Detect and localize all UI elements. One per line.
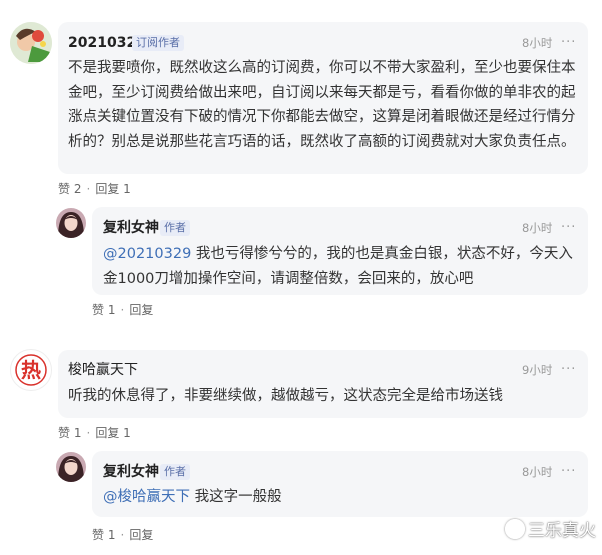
reply-label: 回复: [95, 426, 120, 440]
more-options-icon[interactable]: ···: [561, 362, 576, 378]
avatar-image: [56, 208, 86, 238]
reply-text: @梭哈赢天下 我这字一般般: [103, 485, 581, 510]
reply-count: 1: [123, 426, 131, 440]
reply-time: 8小时: [522, 465, 553, 479]
reply-username[interactable]: 复利女神: [103, 219, 159, 237]
more-options-icon[interactable]: ···: [561, 464, 576, 480]
more-options-icon[interactable]: ···: [561, 220, 576, 236]
separator-dot: ·: [120, 528, 125, 542]
like-label: 赞: [92, 528, 105, 542]
separator-dot: ·: [120, 303, 125, 317]
like-label: 赞: [58, 182, 71, 196]
reply-button[interactable]: 回复: [129, 302, 153, 318]
author-badge: 作者: [160, 464, 190, 480]
more-options-icon[interactable]: ···: [561, 35, 576, 51]
hot-avatar[interactable]: 热: [10, 349, 52, 391]
comment-text: 听我的休息得了，非要继续做，越做越亏，这状态完全是给市场送钱: [68, 388, 503, 404]
reply-text: @20210329 我也亏得惨兮兮的，我的也是真金白银，状态不好，今天入金100…: [103, 242, 581, 291]
author-avatar[interactable]: [56, 452, 86, 482]
reply-body: 我这字一般般: [190, 489, 282, 505]
comment-username[interactable]: 梭哈赢天下: [68, 361, 138, 379]
separator-dot: ·: [86, 182, 91, 196]
reply-actions: 赞 1 · 回复: [92, 527, 153, 543]
like-button[interactable]: 赞 1: [92, 302, 115, 318]
like-label: 赞: [58, 426, 71, 440]
mention-link[interactable]: @20210329: [103, 246, 191, 262]
reply-username[interactable]: 复利女神: [103, 463, 159, 481]
avatar-image: [10, 22, 52, 64]
like-count: 1: [107, 528, 116, 542]
author-avatar[interactable]: [56, 208, 86, 238]
reply-count: 1: [123, 182, 131, 196]
reply-label: 回复: [95, 182, 120, 196]
like-count: 1: [73, 426, 82, 440]
hot-badge-icon: 热: [15, 354, 47, 386]
watermark: 三乐真火: [505, 516, 596, 541]
like-button[interactable]: 赞 2: [58, 181, 81, 197]
watermark-logo-icon: [505, 519, 525, 539]
avatar-glyph: 热: [21, 358, 41, 382]
comment-actions: 赞 2 · 回复 1: [58, 181, 131, 197]
mention-link[interactable]: @梭哈赢天下: [103, 489, 190, 505]
like-count: 2: [73, 182, 82, 196]
avatar-image: [56, 452, 86, 482]
comment-time: 9小时: [522, 363, 553, 377]
comment-actions: 赞 1 · 回复 1: [58, 425, 131, 441]
reply-time: 8小时: [522, 221, 553, 235]
subscriber-badge: 订阅作者: [132, 35, 184, 51]
comment-time: 8小时: [522, 36, 553, 50]
reply-button[interactable]: 回复: [129, 527, 153, 543]
author-badge: 作者: [160, 220, 190, 236]
watermark-text: 三乐真火: [528, 521, 596, 541]
like-button[interactable]: 赞 1: [58, 425, 81, 441]
separator-dot: ·: [86, 426, 91, 440]
user-avatar[interactable]: [10, 22, 52, 64]
like-button[interactable]: 赞 1: [92, 527, 115, 543]
comment-text: 不是我要喷你，既然收这么高的订阅费，你可以不带大家盈利，至少也要保住本金吧，至少…: [68, 60, 576, 150]
reply-button[interactable]: 回复 1: [95, 425, 130, 441]
reply-actions: 赞 1 · 回复: [92, 302, 153, 318]
like-label: 赞: [92, 303, 105, 317]
like-count: 1: [107, 303, 116, 317]
reply-button[interactable]: 回复 1: [95, 181, 130, 197]
